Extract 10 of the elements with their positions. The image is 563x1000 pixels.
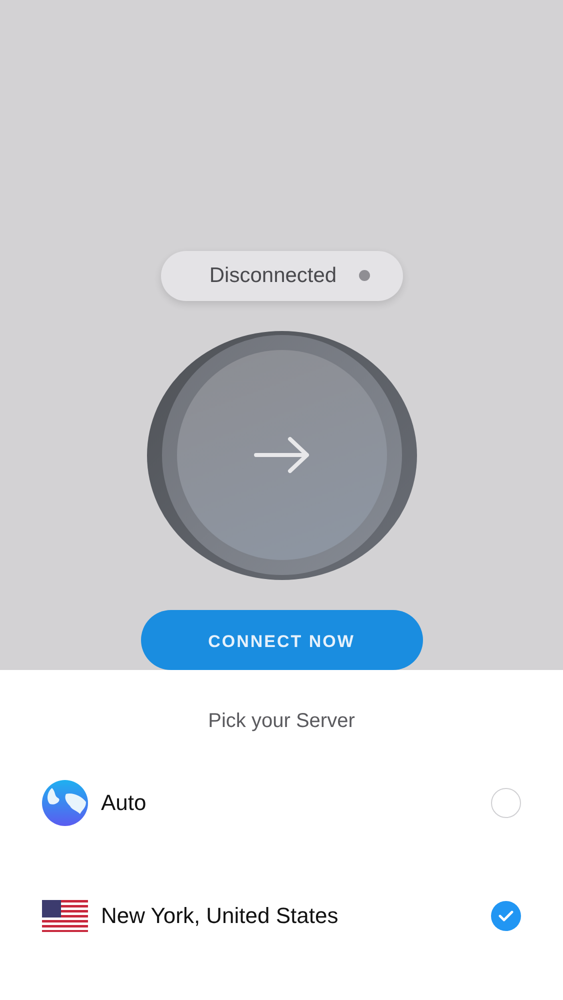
globe-icon [42,780,88,826]
radio-button[interactable] [491,901,521,931]
flag-icon [42,900,88,932]
radio-button[interactable] [491,788,521,818]
server-name[interactable]: Auto [101,790,491,816]
arrow-right-icon [252,435,310,476]
check-icon [498,910,514,922]
status-label: Disconnected [209,264,337,288]
server-name[interactable]: New York, United States [101,903,491,929]
sheet-title: Pick your Server [207,710,356,733]
